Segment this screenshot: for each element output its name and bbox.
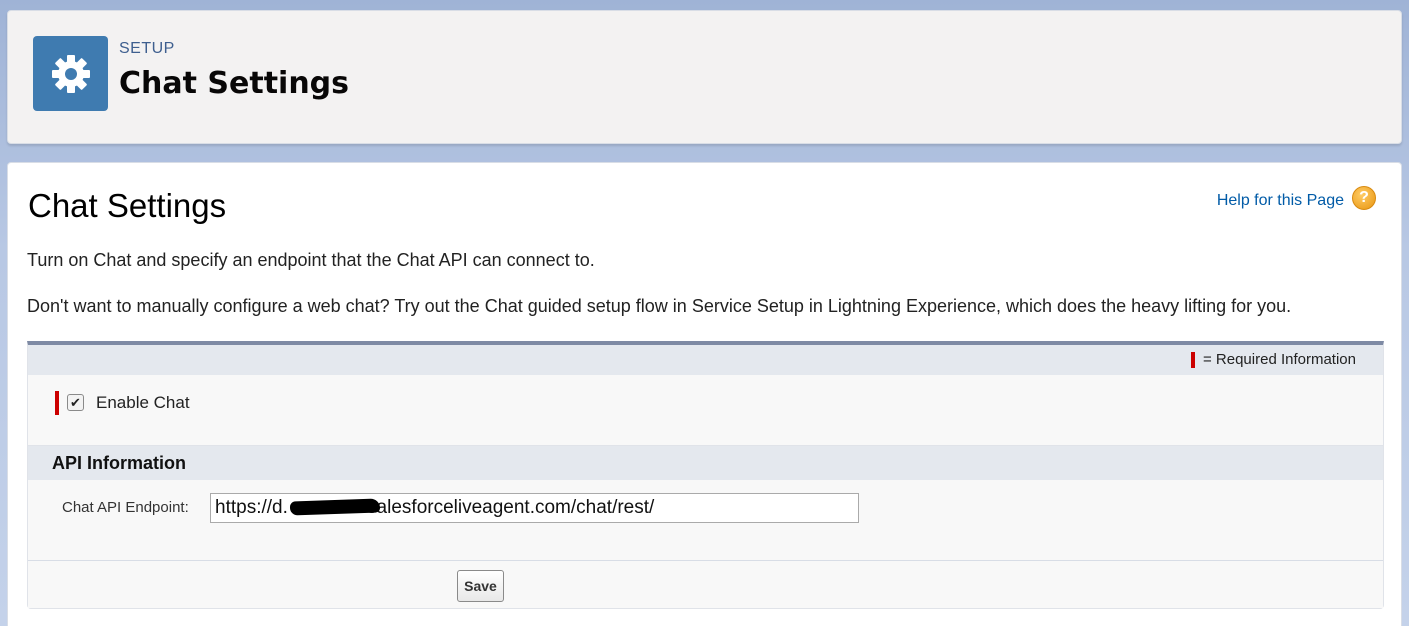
header-title: Chat Settings [119, 66, 350, 101]
endpoint-row: Chat API Endpoint: [28, 480, 1383, 560]
guided-setup-note: Don't want to manually configure a web c… [27, 296, 1292, 316]
required-marker-icon [1190, 351, 1195, 368]
section-title: API Information [52, 453, 186, 473]
content-panel: Chat Settings Help for this Page ? Turn … [7, 162, 1402, 626]
enable-chat-row: ✔ Enable Chat [28, 375, 1383, 445]
required-legend: = Required Information [1190, 351, 1356, 368]
required-marker-icon [55, 391, 59, 415]
setup-breadcrumb[interactable]: SETUP [119, 40, 175, 58]
page-title: Chat Settings [28, 187, 227, 224]
setup-header: SETUP Chat Settings [7, 10, 1402, 144]
api-information-section: API Information [28, 445, 1383, 480]
endpoint-label: Chat API Endpoint: [62, 499, 189, 516]
enable-chat-label: Enable Chat [96, 393, 190, 412]
page-description: Turn on Chat and specify an endpoint tha… [27, 250, 595, 270]
required-legend-bar: = Required Information [28, 345, 1383, 375]
chat-settings-form: = Required Information ✔ Enable Chat API… [27, 341, 1384, 609]
required-legend-text: = Required Information [1202, 351, 1356, 368]
setup-gear-icon [33, 36, 108, 111]
help-link[interactable]: Help for this Page [1217, 192, 1344, 210]
help-icon[interactable]: ? [1352, 186, 1376, 210]
save-button[interactable]: Save [457, 570, 504, 602]
enable-chat-checkbox[interactable]: ✔ [67, 394, 84, 411]
button-bar: Save [28, 560, 1383, 608]
